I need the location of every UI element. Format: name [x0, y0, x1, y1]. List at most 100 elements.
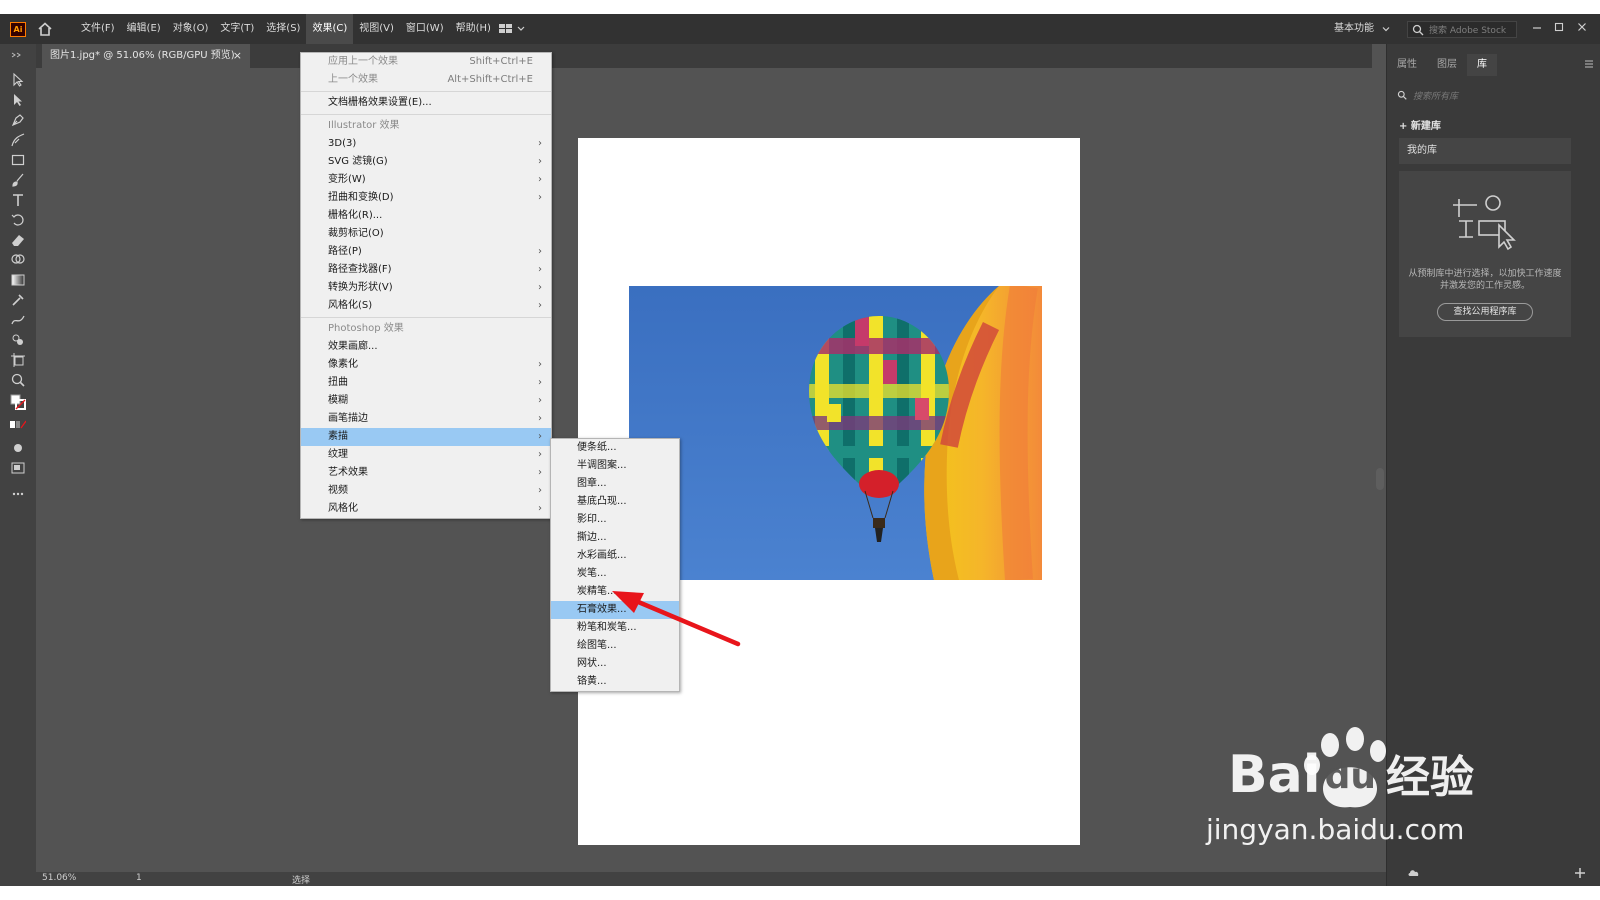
gradient-tool-icon[interactable] — [10, 272, 26, 288]
artboard-tool-icon[interactable] — [10, 352, 26, 368]
screen-mode-icon[interactable] — [10, 460, 26, 476]
sketch-effect-item[interactable]: 半调图案... — [551, 457, 679, 475]
menu-item-label: 素描 — [328, 431, 348, 442]
photoshop-effect-item[interactable]: 效果画廊... — [301, 338, 551, 356]
document-tab-title: 图片1.jpg* @ 51.06% (RGB/GPU 预览) — [50, 50, 235, 61]
arrange-documents-icon[interactable] — [499, 24, 527, 34]
minimize-icon[interactable] — [1530, 20, 1544, 34]
menu-item-label: 艺术效果 — [328, 467, 368, 478]
selection-tool-icon[interactable] — [10, 72, 26, 88]
menu-type[interactable]: 文字(T) — [214, 14, 260, 44]
pen-tool-icon[interactable] — [10, 112, 26, 128]
watermark-brand-du: du — [1324, 756, 1376, 797]
zoom-tool-icon[interactable] — [10, 372, 26, 388]
zoom-level[interactable]: 51.06% — [42, 873, 76, 883]
menu-item-label: 风格化(S) — [328, 300, 373, 311]
sketch-effect-item[interactable]: 网状... — [551, 655, 679, 673]
library-illustration-icon — [1453, 195, 1516, 251]
sketch-effect-item[interactable]: 水彩画纸... — [551, 547, 679, 565]
new-library-button[interactable]: + 新建库 — [1399, 117, 1441, 132]
paintbrush-tool-icon[interactable] — [10, 172, 26, 188]
draw-mode-icon[interactable] — [10, 440, 26, 456]
illustrator-effect-item[interactable]: SVG 滤镜(G) › — [301, 153, 551, 171]
photoshop-effect-item[interactable]: 纹理 › — [301, 446, 551, 464]
watermark-brand: Bai du 经验 — [1228, 747, 1474, 809]
illustrator-effect-item[interactable]: 路径查找器(F) › — [301, 261, 551, 279]
menu-effect[interactable]: 效果(C) — [306, 14, 354, 44]
photoshop-effect-item[interactable]: 视频 › — [301, 482, 551, 500]
sketch-effect-item[interactable]: 影印... — [551, 511, 679, 529]
photoshop-effect-item[interactable]: 像素化 › — [301, 356, 551, 374]
illustrator-effect-item[interactable]: 栅格化(R)... — [301, 207, 551, 225]
tab-libraries[interactable]: 库 — [1467, 54, 1497, 76]
library-search-field[interactable]: 搜索所有库 — [1397, 87, 1577, 103]
shape-builder-icon[interactable] — [10, 252, 26, 268]
tools-panel — [0, 44, 36, 886]
panel-collapse-icon[interactable] — [11, 52, 25, 58]
add-content-icon[interactable] — [1573, 866, 1587, 880]
menu-window[interactable]: 窗口(W) — [400, 14, 450, 44]
home-icon[interactable] — [37, 21, 53, 37]
illustrator-effect-item[interactable]: 裁剪标记(O) — [301, 225, 551, 243]
menu-edit[interactable]: 编辑(E) — [121, 14, 167, 44]
rectangle-tool-icon[interactable] — [10, 152, 26, 168]
direct-selection-tool-icon[interactable] — [10, 92, 26, 108]
more-tools-icon[interactable] — [10, 486, 26, 502]
close-tab-icon[interactable]: × — [233, 44, 242, 68]
chevron-right-icon: › — [538, 359, 542, 370]
illustrator-effect-item[interactable]: 扭曲和变换(D) › — [301, 189, 551, 207]
photoshop-effect-item[interactable]: 模糊 › — [301, 392, 551, 410]
illustrator-effect-item[interactable]: 变形(W) › — [301, 171, 551, 189]
maximize-icon[interactable] — [1552, 20, 1566, 34]
type-tool-icon[interactable] — [10, 192, 26, 208]
menu-item-label: 效果画廊... — [328, 341, 378, 352]
my-library-item[interactable]: 我的库 — [1399, 138, 1571, 164]
menu-view[interactable]: 视图(V) — [353, 14, 400, 44]
photoshop-effect-item[interactable]: 风格化 › — [301, 500, 551, 518]
menu-item-raster-settings[interactable]: 文档栅格效果设置(E)... — [301, 94, 551, 112]
stock-search-field[interactable]: 搜索 Adobe Stock — [1407, 21, 1517, 38]
scrollbar-thumb[interactable] — [1376, 468, 1384, 490]
symbol-sprayer-icon[interactable] — [10, 332, 26, 348]
sketch-effect-item[interactable]: 基底凸现... — [551, 493, 679, 511]
page-number[interactable]: 1 — [136, 873, 142, 883]
search-icon — [1397, 90, 1407, 100]
sketch-effect-item[interactable]: 图章... — [551, 475, 679, 493]
photoshop-effect-item[interactable]: 艺术效果 › — [301, 464, 551, 482]
menu-object[interactable]: 对象(O) — [167, 14, 215, 44]
balloon-photo[interactable] — [629, 286, 1042, 580]
tab-layers[interactable]: 图层 — [1427, 54, 1467, 76]
photoshop-effect-item[interactable]: 扭曲 › — [301, 374, 551, 392]
tab-properties[interactable]: 属性 — [1387, 54, 1427, 76]
color-mode-icon[interactable] — [10, 420, 26, 430]
photoshop-effect-item[interactable]: 素描 › — [301, 428, 551, 446]
fill-stroke-swatch[interactable] — [10, 394, 26, 410]
illustrator-effect-item[interactable]: 3D(3) › — [301, 135, 551, 153]
menu-help[interactable]: 帮助(H) — [450, 14, 497, 44]
close-window-icon[interactable] — [1575, 20, 1589, 34]
eraser-tool-icon[interactable] — [10, 232, 26, 248]
chevron-down-icon[interactable] — [1382, 25, 1390, 33]
sketch-effect-item[interactable]: 便条纸... — [551, 439, 679, 457]
library-search-placeholder: 搜索所有库 — [1413, 91, 1459, 102]
panel-menu-icon[interactable] — [1584, 59, 1594, 69]
sketch-effect-item[interactable]: 炭笔... — [551, 565, 679, 583]
eyedropper-tool-icon[interactable] — [10, 292, 26, 308]
rotate-tool-icon[interactable] — [10, 212, 26, 228]
menu-item-label: 纹理 — [328, 449, 348, 460]
canvas-area[interactable] — [36, 68, 1372, 872]
find-utility-libraries-button[interactable]: 查找公用程序库 — [1437, 303, 1533, 321]
document-tab[interactable]: 图片1.jpg* @ 51.06% (RGB/GPU 预览) × — [42, 44, 250, 68]
menu-select[interactable]: 选择(S) — [260, 14, 306, 44]
curvature-tool-icon[interactable] — [10, 132, 26, 148]
workspace-switcher[interactable]: 基本功能 — [1334, 14, 1374, 44]
blend-tool-icon[interactable] — [10, 312, 26, 328]
menu-item-label: SVG 滤镜(G) — [328, 156, 388, 167]
sketch-effect-item[interactable]: 撕边... — [551, 529, 679, 547]
illustrator-effect-item[interactable]: 路径(P) › — [301, 243, 551, 261]
menu-file[interactable]: 文件(F) — [75, 14, 121, 44]
illustrator-effect-item[interactable]: 风格化(S) › — [301, 297, 551, 315]
photoshop-effect-item[interactable]: 画笔描边 › — [301, 410, 551, 428]
illustrator-effect-item[interactable]: 转换为形状(V) › — [301, 279, 551, 297]
sketch-effect-item[interactable]: 铬黄... — [551, 673, 679, 691]
